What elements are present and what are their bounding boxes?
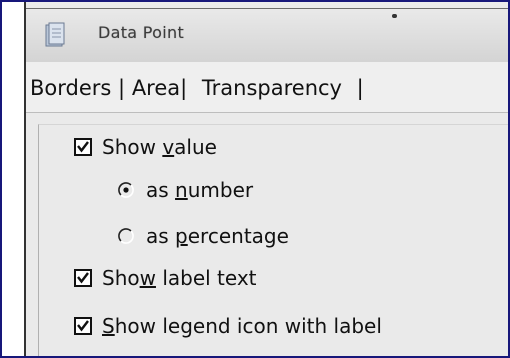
tab-separator: | [118, 76, 126, 100]
show-value-label: Show value [102, 135, 217, 159]
tab-area[interactable]: Area [132, 76, 180, 100]
show-value-checkbox[interactable] [74, 138, 92, 156]
tab-separator: | [356, 76, 364, 100]
checkmark-icon [77, 320, 89, 332]
radio-unselected-icon [118, 228, 134, 244]
tab-list: Borders | Area| Transparency | [30, 76, 364, 100]
title-bar-mark [392, 14, 397, 18]
as-percentage-radio[interactable] [118, 228, 134, 244]
title-bar[interactable] [2, 2, 508, 62]
show-legend-icon-checkbox[interactable] [74, 317, 92, 335]
window-title: Data Point [98, 23, 185, 42]
checkmark-icon [77, 141, 89, 153]
show-label-text-checkbox[interactable] [74, 269, 92, 287]
as-number-label: as number [146, 178, 254, 202]
show-value-option[interactable]: Show value [74, 135, 217, 159]
document-icon [44, 22, 66, 48]
as-percentage-label: as percentage [146, 224, 289, 248]
tab-transparency[interactable]: Transparency [202, 76, 342, 100]
checkmark-icon [77, 272, 89, 284]
show-legend-icon-option[interactable]: Show legend icon with label [74, 314, 382, 338]
window-left-strip [2, 2, 24, 356]
tab-separator: | [180, 76, 188, 100]
show-label-text-option[interactable]: Show label text [74, 266, 257, 290]
dialog-window: Data Point Borders | Area| Transparency … [0, 0, 510, 358]
show-legend-icon-label: Show legend icon with label [102, 314, 382, 338]
as-percentage-option[interactable]: as percentage [118, 224, 289, 248]
show-label-text-label: Show label text [102, 266, 257, 290]
as-number-radio[interactable] [118, 182, 134, 198]
as-number-option[interactable]: as number [118, 178, 253, 202]
title-bar-top-rule [26, 8, 508, 9]
radio-selected-icon [118, 182, 134, 198]
tab-borders[interactable]: Borders [30, 76, 111, 100]
